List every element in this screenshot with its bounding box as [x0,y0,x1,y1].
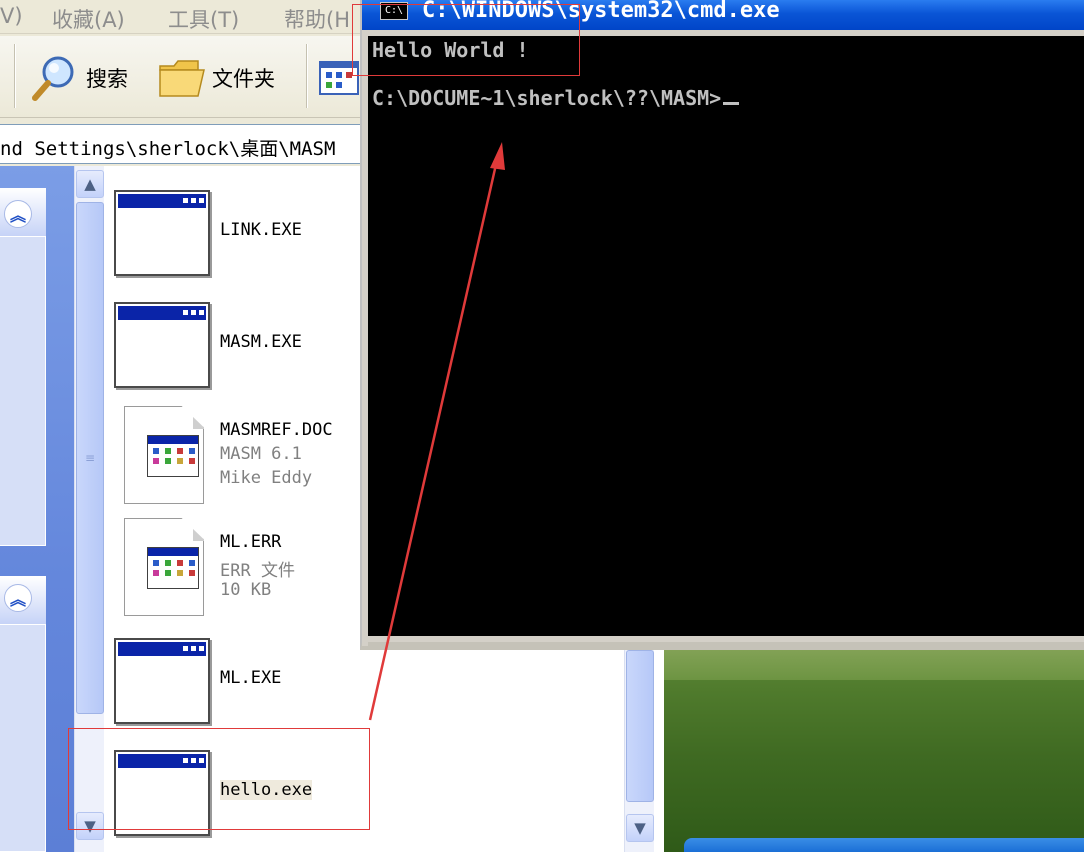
collapse-chevron-up-icon[interactable]: ︽ [4,584,32,612]
toolbar-separator [14,44,16,108]
file-author: Mike Eddy [220,468,313,488]
console-output[interactable]: Hello World ! C:\DOCUME~1\sherlock\??\MA… [368,36,1084,636]
scroll-thumb[interactable]: ≡ [76,202,104,714]
menu-view[interactable]: V) [0,4,23,28]
file-item-ml-err[interactable]: ML.ERR ERR 文件 10 KB [114,518,374,618]
right-scrollbar[interactable]: ▼ [624,650,654,852]
application-icon [114,302,210,388]
file-item-ml-exe[interactable]: ML.EXE [114,638,374,738]
scroll-up-icon[interactable]: ▲ [76,170,104,198]
search-button-label: 搜索 [86,67,128,91]
menu-favorites[interactable]: 收藏(A) [52,4,125,34]
search-button[interactable]: 搜索 [30,54,128,102]
folders-button-label: 文件夹 [212,67,275,91]
scroll-down-icon[interactable]: ▼ [626,814,654,842]
folder-icon [159,60,205,97]
file-item-masm-exe[interactable]: MASM.EXE [114,302,374,402]
folders-button[interactable]: 文件夹 [158,54,275,102]
file-name: LINK.EXE [220,220,302,240]
magnifier-icon [32,56,74,101]
file-description: MASM 6.1 [220,444,302,464]
scroll-thumb[interactable] [626,650,654,802]
file-name: MASMREF.DOC [220,420,333,440]
annotation-box-output [352,4,580,76]
desktop-background [664,640,1084,852]
menu-help[interactable]: 帮助(H [284,4,350,34]
address-path[interactable]: nd Settings\sherlock\桌面\MASM [0,134,335,161]
file-name: MASM.EXE [220,332,302,352]
text-cursor [723,102,740,105]
collapse-chevron-up-icon[interactable]: ︽ [4,200,32,228]
task-pane: ︽ ︽ [0,166,74,852]
task-pane-section [0,624,46,852]
task-pane-section [0,236,46,546]
file-size: 10 KB [220,580,272,600]
application-icon [114,190,210,276]
console-prompt-text: C:\DOCUME~1\sherlock\??\MASM> [372,86,722,110]
document-icon [124,518,204,616]
cmd-window[interactable]: C:\ C:\WINDOWS\system32\cmd.exe Hello Wo… [360,0,1084,650]
file-name: ML.EXE [220,668,282,688]
application-icon [114,638,210,724]
menu-tools[interactable]: 工具(T) [168,4,239,34]
file-name: ML.ERR [220,532,282,552]
toolbar-separator [306,44,308,108]
file-item-link-exe[interactable]: LINK.EXE [114,190,374,290]
annotation-box-hello-exe [68,728,370,830]
file-item-masmref-doc[interactable]: MASMREF.DOC MASM 6.1 Mike Eddy [114,406,374,506]
console-prompt: C:\DOCUME~1\sherlock\??\MASM> [372,86,740,110]
taskbar-edge[interactable] [684,838,1084,852]
file-type: ERR 文件 [220,561,295,581]
document-icon [124,406,204,504]
